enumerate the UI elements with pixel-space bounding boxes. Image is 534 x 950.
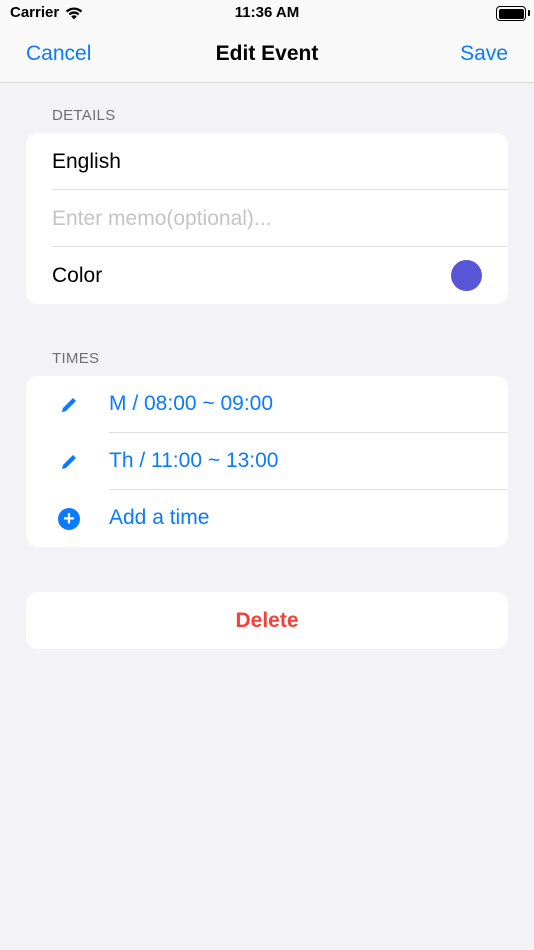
memo-row[interactable]: Enter memo(optional)...	[26, 190, 508, 247]
status-time: 11:36 AM	[234, 4, 300, 21]
color-label: Color	[52, 263, 103, 287]
time-entry-row[interactable]: M / 08:00 ~ 09:00	[26, 376, 508, 433]
details-card: English Enter memo(optional)... Color	[26, 133, 508, 304]
memo-field[interactable]: Enter memo(optional)...	[52, 207, 271, 231]
time-entry-label[interactable]: Th / 11:00 ~ 13:00	[109, 449, 279, 473]
add-time-button[interactable]: Add a time	[109, 506, 209, 530]
event-name-row[interactable]: English	[26, 133, 508, 190]
plus-circle-icon[interactable]: +	[56, 506, 82, 532]
color-row[interactable]: Color	[26, 247, 508, 304]
time-entry-row[interactable]: Th / 11:00 ~ 13:00	[26, 433, 508, 490]
save-button[interactable]: Save	[460, 42, 508, 66]
delete-label: Delete	[235, 608, 299, 632]
times-section-header: TIMES	[52, 350, 100, 367]
status-bar: Carrier 11:36 AM	[0, 0, 534, 28]
battery-icon	[496, 6, 526, 21]
add-time-row[interactable]: + Add a time	[26, 490, 508, 547]
time-entry-label[interactable]: M / 08:00 ~ 09:00	[109, 392, 273, 416]
details-section-header: DETAILS	[52, 107, 116, 124]
pencil-icon[interactable]	[56, 392, 82, 418]
page-title: Edit Event	[215, 42, 319, 65]
times-card: M / 08:00 ~ 09:00 Th / 11:00 ~ 13:00 + A…	[26, 376, 508, 547]
navigation-bar: Cancel Edit Event Save	[0, 28, 534, 83]
event-name-value: English	[52, 149, 121, 173]
delete-button[interactable]: Delete	[26, 592, 508, 649]
color-swatch[interactable]	[451, 260, 482, 291]
pencil-icon[interactable]	[56, 449, 82, 475]
battery-level	[498, 8, 524, 19]
battery-tip	[528, 10, 530, 16]
